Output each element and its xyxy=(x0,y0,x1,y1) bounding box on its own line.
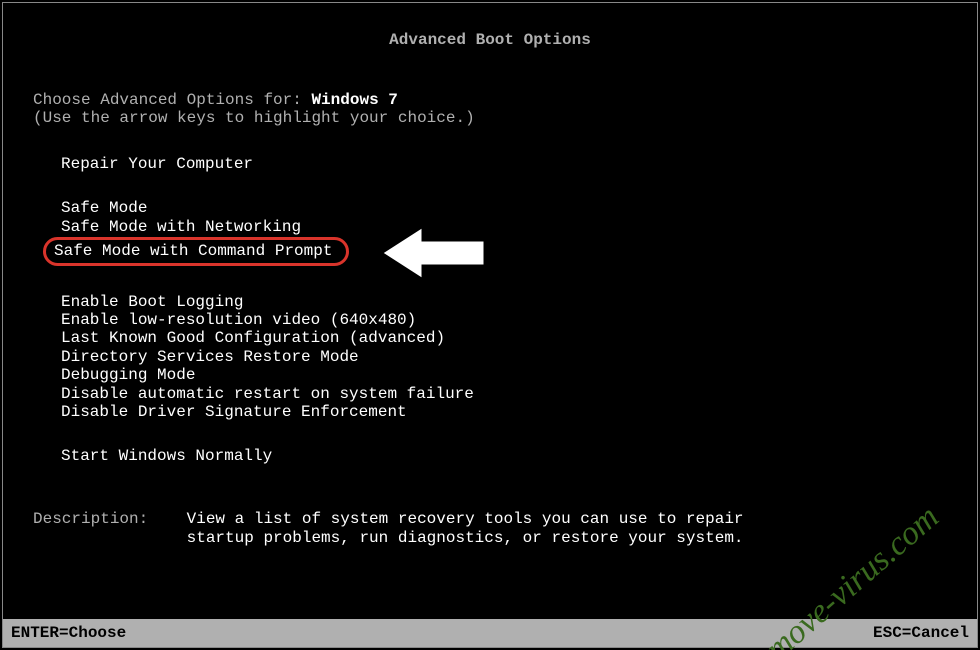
choose-prefix: Choose Advanced Options for: xyxy=(33,91,311,109)
option-safe-mode[interactable]: Safe Mode xyxy=(53,199,977,217)
footer-enter: ENTER=Choose xyxy=(11,624,126,642)
group-safe-mode: Safe Mode Safe Mode with Networking Safe… xyxy=(33,199,977,266)
option-directory-services-restore[interactable]: Directory Services Restore Mode xyxy=(53,348,977,366)
option-enable-boot-logging[interactable]: Enable Boot Logging xyxy=(53,293,977,311)
choose-line: Choose Advanced Options for: Windows 7 xyxy=(33,91,977,109)
footer-bar: ENTER=Choose ESC=Cancel xyxy=(3,619,977,647)
hint-line: (Use the arrow keys to highlight your ch… xyxy=(33,109,977,127)
description-label: Description: xyxy=(33,510,148,528)
option-safe-mode-networking[interactable]: Safe Mode with Networking xyxy=(53,218,977,236)
option-debugging-mode[interactable]: Debugging Mode xyxy=(53,366,977,384)
option-disable-auto-restart[interactable]: Disable automatic restart on system fail… xyxy=(53,385,977,403)
os-name: Windows 7 xyxy=(311,91,397,109)
description-text-line1: View a list of system recovery tools you… xyxy=(187,510,744,528)
group-start: Start Windows Normally xyxy=(33,447,977,465)
option-repair-your-computer[interactable]: Repair Your Computer xyxy=(53,155,977,173)
option-last-known-good-config[interactable]: Last Known Good Configuration (advanced) xyxy=(53,329,977,347)
option-disable-driver-signature[interactable]: Disable Driver Signature Enforcement xyxy=(53,403,977,421)
footer-esc: ESC=Cancel xyxy=(873,624,969,642)
option-low-resolution-video[interactable]: Enable low-resolution video (640x480) xyxy=(53,311,977,329)
page-title: Advanced Boot Options xyxy=(3,3,977,61)
group-repair: Repair Your Computer xyxy=(33,155,977,173)
description-block: Description: View a list of system recov… xyxy=(33,510,977,548)
group-other: Enable Boot Logging Enable low-resolutio… xyxy=(33,293,977,422)
option-start-windows-normally[interactable]: Start Windows Normally xyxy=(53,447,977,465)
option-safe-mode-command-prompt[interactable]: Safe Mode with Command Prompt xyxy=(43,237,349,265)
description-text-line2: startup problems, run diagnostics, or re… xyxy=(187,529,744,547)
